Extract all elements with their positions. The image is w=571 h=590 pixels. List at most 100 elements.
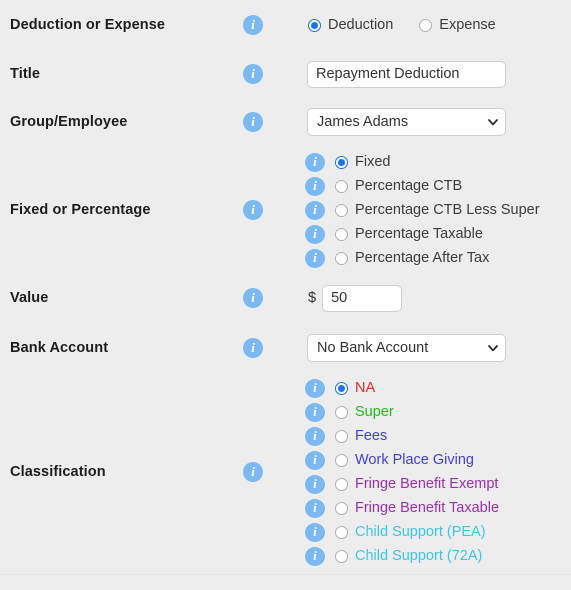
radio-option-work-place-giving[interactable]: Work Place Giving <box>335 452 474 468</box>
group-employee-select-value[interactable]: James Adams <box>307 108 506 136</box>
radio-deduction[interactable] <box>308 18 321 32</box>
radio-label-percentage-ctb: Percentage CTB <box>355 178 463 194</box>
radio-option-percentage-taxable[interactable]: Percentage Taxable <box>335 226 483 242</box>
radio-option-percentage-ctb[interactable]: Percentage CTB <box>335 178 462 194</box>
info-icon[interactable]: i <box>305 176 325 196</box>
radio-option-na[interactable]: NA <box>335 380 375 396</box>
title-input[interactable] <box>307 60 506 88</box>
radio-option-deduction[interactable]: Deduction <box>308 17 393 33</box>
radio-fringe-benefit-taxable[interactable] <box>335 501 348 515</box>
bottom-divider <box>0 574 571 575</box>
deduction-expense-form: Deduction or Expense i Deduction Expense… <box>0 0 571 575</box>
radio-label-work-place-giving: Work Place Giving <box>355 452 474 468</box>
radio-row-child-support-pea: i Child Support (PEA) <box>300 520 499 544</box>
radio-row-fringe-benefit-taxable: i Fringe Benefit Taxable <box>300 496 499 520</box>
info-cell-deduction-or-expense: i <box>243 15 300 35</box>
info-cell-bank-account: i <box>243 338 300 358</box>
radio-row-child-support-72a: i Child Support (72A) <box>300 544 499 568</box>
radio-option-fees[interactable]: Fees <box>335 428 387 444</box>
radio-expense[interactable] <box>419 18 433 32</box>
field-classification: i NA i Super i Fees i Work Place Giving … <box>300 376 571 568</box>
radio-label-child-support-pea: Child Support (PEA) <box>355 524 486 540</box>
info-icon[interactable]: i <box>305 522 325 542</box>
radio-group-deduction-or-expense: Deduction Expense <box>300 17 496 33</box>
radio-na[interactable] <box>335 381 348 395</box>
info-cell-classification: i <box>243 462 300 482</box>
radio-child-support-pea[interactable] <box>335 525 348 539</box>
label-classification: Classification <box>10 464 106 480</box>
info-icon[interactable]: i <box>305 224 325 244</box>
radio-row-percentage-after-tax: i Percentage After Tax <box>300 246 540 270</box>
radio-percentage-taxable[interactable] <box>335 227 348 241</box>
info-icon[interactable]: i <box>305 450 325 470</box>
radio-option-fringe-benefit-exempt[interactable]: Fringe Benefit Exempt <box>335 476 498 492</box>
radio-label-fixed: Fixed <box>355 154 391 170</box>
radio-percentage-ctb-less-super[interactable] <box>335 203 348 217</box>
radio-option-super[interactable]: Super <box>335 404 394 420</box>
radio-child-support-72a[interactable] <box>335 549 348 563</box>
radio-row-fees: i Fees <box>300 424 499 448</box>
radio-option-percentage-ctb-less-super[interactable]: Percentage CTB Less Super <box>335 202 540 218</box>
info-cell-fixed-or-percentage: i <box>243 200 300 220</box>
radio-option-child-support-72a[interactable]: Child Support (72A) <box>335 548 482 564</box>
radio-fixed[interactable] <box>335 155 348 169</box>
radio-row-percentage-ctb: i Percentage CTB <box>300 174 540 198</box>
info-icon[interactable]: i <box>305 378 325 398</box>
radio-label-na: NA <box>355 380 376 396</box>
info-icon[interactable]: i <box>243 288 263 308</box>
info-icon[interactable]: i <box>243 338 263 358</box>
radio-super[interactable] <box>335 405 348 419</box>
info-icon[interactable]: i <box>243 64 263 84</box>
radio-fees[interactable] <box>335 429 348 443</box>
bank-account-select[interactable]: No Bank Account <box>307 334 506 362</box>
info-icon[interactable]: i <box>305 426 325 446</box>
field-bank-account: No Bank Account <box>300 334 571 362</box>
radio-row-percentage-taxable: i Percentage Taxable <box>300 222 540 246</box>
info-icon[interactable]: i <box>243 15 263 35</box>
info-icon[interactable]: i <box>243 200 263 220</box>
label-value: Value <box>10 290 49 306</box>
info-icon[interactable]: i <box>305 248 325 268</box>
radio-label-fees: Fees <box>355 428 388 444</box>
field-value: $ <box>300 284 571 312</box>
field-group-employee: James Adams <box>300 108 571 136</box>
label-fixed-or-percentage: Fixed or Percentage <box>10 202 151 218</box>
info-icon[interactable]: i <box>305 546 325 566</box>
radio-label-percentage-after-tax: Percentage After Tax <box>355 250 490 266</box>
info-icon[interactable]: i <box>305 498 325 518</box>
info-cell-title: i <box>243 64 300 84</box>
radio-label-percentage-ctb-less-super: Percentage CTB Less Super <box>355 202 540 218</box>
info-icon[interactable]: i <box>305 402 325 422</box>
radio-fringe-benefit-exempt[interactable] <box>335 477 348 491</box>
currency-symbol: $ <box>308 290 317 306</box>
radio-option-expense[interactable]: Expense <box>419 17 496 33</box>
radio-percentage-ctb[interactable] <box>335 179 348 193</box>
radio-label-fringe-benefit-exempt: Fringe Benefit Exempt <box>355 476 499 492</box>
info-icon[interactable]: i <box>243 462 263 482</box>
radio-option-percentage-after-tax[interactable]: Percentage After Tax <box>335 250 489 266</box>
bank-account-select-value[interactable]: No Bank Account <box>307 334 506 362</box>
form-row-bank-account: Bank Account i No Bank Account <box>0 322 571 374</box>
form-row-group-employee: Group/Employee i James Adams <box>0 98 571 146</box>
radio-option-fringe-benefit-taxable[interactable]: Fringe Benefit Taxable <box>335 500 499 516</box>
info-icon[interactable]: i <box>243 112 263 132</box>
radio-work-place-giving[interactable] <box>335 453 348 467</box>
radio-row-fringe-benefit-exempt: i Fringe Benefit Exempt <box>300 472 499 496</box>
info-icon[interactable]: i <box>305 200 325 220</box>
label-deduction-or-expense: Deduction or Expense <box>10 17 166 33</box>
radio-percentage-after-tax[interactable] <box>335 251 348 265</box>
radio-label-child-support-72a: Child Support (72A) <box>355 548 483 564</box>
radio-label-deduction: Deduction <box>328 17 394 33</box>
field-title <box>300 60 571 88</box>
radio-label-super: Super <box>355 404 394 420</box>
info-icon[interactable]: i <box>305 474 325 494</box>
form-row-title: Title i <box>0 50 571 98</box>
radio-label-percentage-taxable: Percentage Taxable <box>355 226 483 242</box>
radio-option-child-support-pea[interactable]: Child Support (PEA) <box>335 524 486 540</box>
value-input[interactable] <box>322 284 403 312</box>
info-icon[interactable]: i <box>305 152 325 172</box>
radio-option-fixed[interactable]: Fixed <box>335 154 390 170</box>
radio-label-fringe-benefit-taxable: Fringe Benefit Taxable <box>355 500 500 516</box>
label-title: Title <box>10 66 41 82</box>
group-employee-select[interactable]: James Adams <box>307 108 506 136</box>
